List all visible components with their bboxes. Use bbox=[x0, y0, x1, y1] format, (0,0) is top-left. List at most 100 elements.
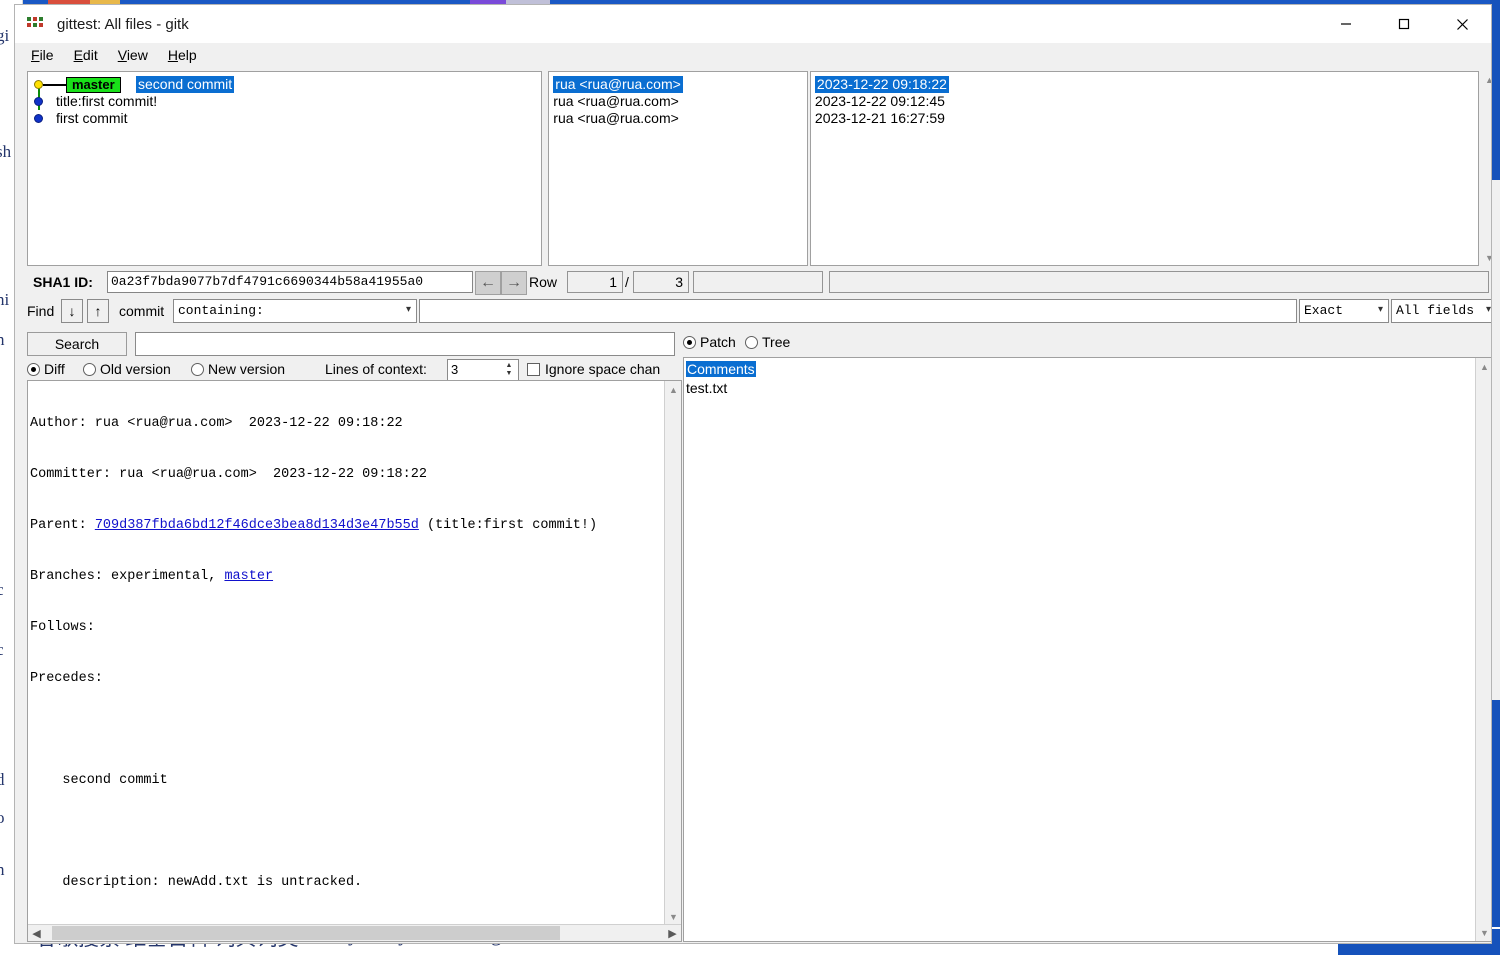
window-controls bbox=[1317, 5, 1491, 43]
radio-patch-label: Patch bbox=[700, 334, 736, 350]
commit-summary-1: title:first commit! bbox=[56, 93, 158, 109]
find-input[interactable] bbox=[419, 299, 1297, 323]
diff-hscroll-thumb[interactable] bbox=[52, 926, 560, 940]
commit-row-1[interactable]: title:first commit! bbox=[28, 93, 541, 110]
diff-precedes-line: Precedes: bbox=[30, 671, 103, 686]
diff-hscrollbar[interactable]: ◀ ▶ bbox=[28, 924, 681, 941]
chevron-down-icon[interactable]: ▼ bbox=[665, 908, 681, 925]
row-current-value: 1 bbox=[567, 271, 623, 293]
chevron-up-icon[interactable]: ▲ bbox=[665, 381, 681, 398]
minimize-icon[interactable] bbox=[1317, 5, 1375, 43]
find-fields-select[interactable]: All fields ▾ bbox=[1391, 299, 1491, 323]
radio-tree[interactable]: Tree bbox=[745, 334, 790, 350]
diff-text-content: Author: rua <rua@rua.com> 2023-12-22 09:… bbox=[28, 381, 665, 925]
arrow-right-icon[interactable]: → bbox=[501, 271, 527, 295]
commit-graph-rows: master second commit title:first commit!… bbox=[28, 72, 541, 127]
chevron-left-icon[interactable]: ◀ bbox=[28, 925, 45, 941]
arrow-down-icon[interactable]: ↓ bbox=[61, 299, 83, 323]
date-row-1: 2023-12-22 09:12:45 bbox=[814, 93, 945, 109]
radio-dot-icon bbox=[745, 335, 758, 349]
search-input[interactable] bbox=[135, 332, 675, 356]
commit-row-0[interactable]: master second commit bbox=[28, 76, 541, 102]
radio-dot-icon bbox=[83, 362, 96, 376]
maximize-icon[interactable] bbox=[1375, 5, 1433, 43]
ignore-space-label: Ignore space chan bbox=[545, 361, 661, 377]
lines-of-context-stepper[interactable]: 3 ▲ ▼ bbox=[447, 359, 519, 381]
radio-old-version[interactable]: Old version bbox=[83, 361, 171, 377]
commit-node bbox=[34, 114, 43, 123]
view-mode-row: Patch Tree bbox=[683, 331, 1491, 355]
sha-id-input[interactable]: 0a23f7bda9077b7df4791c6690344b58a41955a0 bbox=[107, 271, 473, 293]
diff-follows-line: Follows: bbox=[30, 620, 95, 635]
chevron-down-icon: ▾ bbox=[1485, 305, 1491, 316]
diff-branches-prefix: Branches: experimental, bbox=[30, 569, 225, 584]
arrow-left-icon[interactable]: ← bbox=[475, 271, 501, 295]
radio-dot-icon bbox=[27, 362, 40, 376]
commit-row-2[interactable]: first commit bbox=[28, 110, 541, 127]
file-list-vscrollbar[interactable]: ▲ ▼ bbox=[1475, 358, 1491, 941]
diff-committer-line: Committer: rua <rua@rua.com> 2023-12-22 … bbox=[30, 467, 427, 482]
diff-vscrollbar[interactable]: ▲ ▼ bbox=[664, 381, 681, 925]
row-status-field bbox=[829, 271, 1489, 293]
file-list-item-comments[interactable]: Comments bbox=[684, 360, 1491, 379]
chevron-up-icon[interactable]: ▲ bbox=[1481, 71, 1491, 88]
ignore-space-checkbox[interactable]: Ignore space chan bbox=[527, 361, 660, 377]
menu-help[interactable]: Help bbox=[168, 47, 197, 63]
row-extra-field bbox=[693, 271, 823, 293]
commit-author-pane[interactable]: rua <rua@rua.com> rua <rua@rua.com> rua … bbox=[548, 71, 808, 266]
file-list-pane[interactable]: Comments test.txt ▲ ▼ bbox=[683, 357, 1491, 942]
diff-parent-prefix: Parent: bbox=[30, 518, 95, 533]
parent-sha-link[interactable]: 709d387fbda6bd12f46dce3bea8d134d3e47b55d bbox=[95, 518, 419, 533]
chevron-down-icon[interactable]: ▼ bbox=[1481, 249, 1491, 266]
file-list-item-test-txt[interactable]: test.txt bbox=[684, 379, 1491, 398]
arrow-up-icon[interactable]: ↑ bbox=[87, 299, 109, 323]
commit-list-panes: master second commit title:first commit!… bbox=[27, 71, 1479, 266]
branch-tag-master[interactable]: master bbox=[66, 77, 121, 93]
commit-summary-0: second commit bbox=[136, 76, 235, 93]
row-label: Row bbox=[529, 274, 558, 290]
find-label: Find bbox=[27, 303, 55, 319]
window-title: gittest: All files - gitk bbox=[57, 15, 189, 33]
find-fields-value: All fields bbox=[1396, 303, 1475, 318]
commit-graph-pane[interactable]: master second commit title:first commit!… bbox=[27, 71, 543, 266]
radio-tree-label: Tree bbox=[762, 334, 791, 350]
search-button[interactable]: Search bbox=[27, 332, 127, 356]
radio-dot-icon bbox=[683, 335, 696, 349]
checkbox-box-icon bbox=[527, 362, 540, 376]
chevron-up-icon[interactable]: ▲ bbox=[1476, 358, 1491, 375]
radio-dot-icon bbox=[191, 362, 204, 376]
radio-new-version-label: New version bbox=[208, 361, 286, 377]
find-exact-select[interactable]: Exact ▾ bbox=[1299, 299, 1389, 323]
find-match-type-select[interactable]: containing: ▾ bbox=[173, 299, 417, 323]
author-row-2: rua <rua@rua.com> bbox=[553, 110, 679, 126]
stepper-arrows-icon[interactable]: ▲ ▼ bbox=[501, 360, 517, 380]
date-row-2: 2023-12-21 16:27:59 bbox=[814, 110, 945, 126]
commit-summary-2: first commit bbox=[56, 110, 128, 126]
menu-edit[interactable]: Edit bbox=[74, 47, 98, 63]
radio-new-version[interactable]: New version bbox=[191, 361, 285, 377]
diff-blank-1 bbox=[28, 721, 665, 738]
lines-of-context-label: Lines of context: bbox=[325, 361, 427, 377]
window-titlebar[interactable]: gittest: All files - gitk bbox=[15, 5, 1491, 43]
menubar: FFileile Edit View Help bbox=[15, 43, 1491, 67]
commit-date-pane[interactable]: 2023-12-22 09:18:22 2023-12-22 09:12:45 … bbox=[809, 71, 1479, 266]
chevron-right-icon[interactable]: ▶ bbox=[664, 925, 681, 941]
diff-options-row: Diff Old version New version Lines of co… bbox=[15, 358, 681, 382]
diff-author-line: Author: rua <rua@rua.com> 2023-12-22 09:… bbox=[30, 416, 403, 431]
radio-old-version-label: Old version bbox=[100, 361, 171, 377]
radio-diff[interactable]: Diff bbox=[27, 361, 65, 377]
branch-master-link[interactable]: master bbox=[224, 569, 273, 584]
diff-view-pane[interactable]: Author: rua <rua@rua.com> 2023-12-22 09:… bbox=[27, 380, 682, 942]
diff-branches-line: Branches: experimental, master bbox=[28, 568, 665, 585]
close-icon[interactable] bbox=[1433, 5, 1491, 43]
lines-of-context-value: 3 bbox=[451, 362, 459, 377]
commit-node bbox=[34, 97, 43, 106]
menu-file[interactable]: FFileile bbox=[31, 47, 54, 63]
radio-patch[interactable]: Patch bbox=[683, 334, 736, 350]
menu-view[interactable]: View bbox=[118, 47, 148, 63]
find-match-type-value: containing: bbox=[178, 303, 264, 318]
chevron-down-icon[interactable]: ▼ bbox=[1476, 924, 1491, 941]
commit-list-vscrollbar[interactable]: ▲ ▼ bbox=[1481, 71, 1491, 266]
radio-diff-label: Diff bbox=[44, 361, 65, 377]
diff-message-line-1 bbox=[28, 823, 665, 840]
